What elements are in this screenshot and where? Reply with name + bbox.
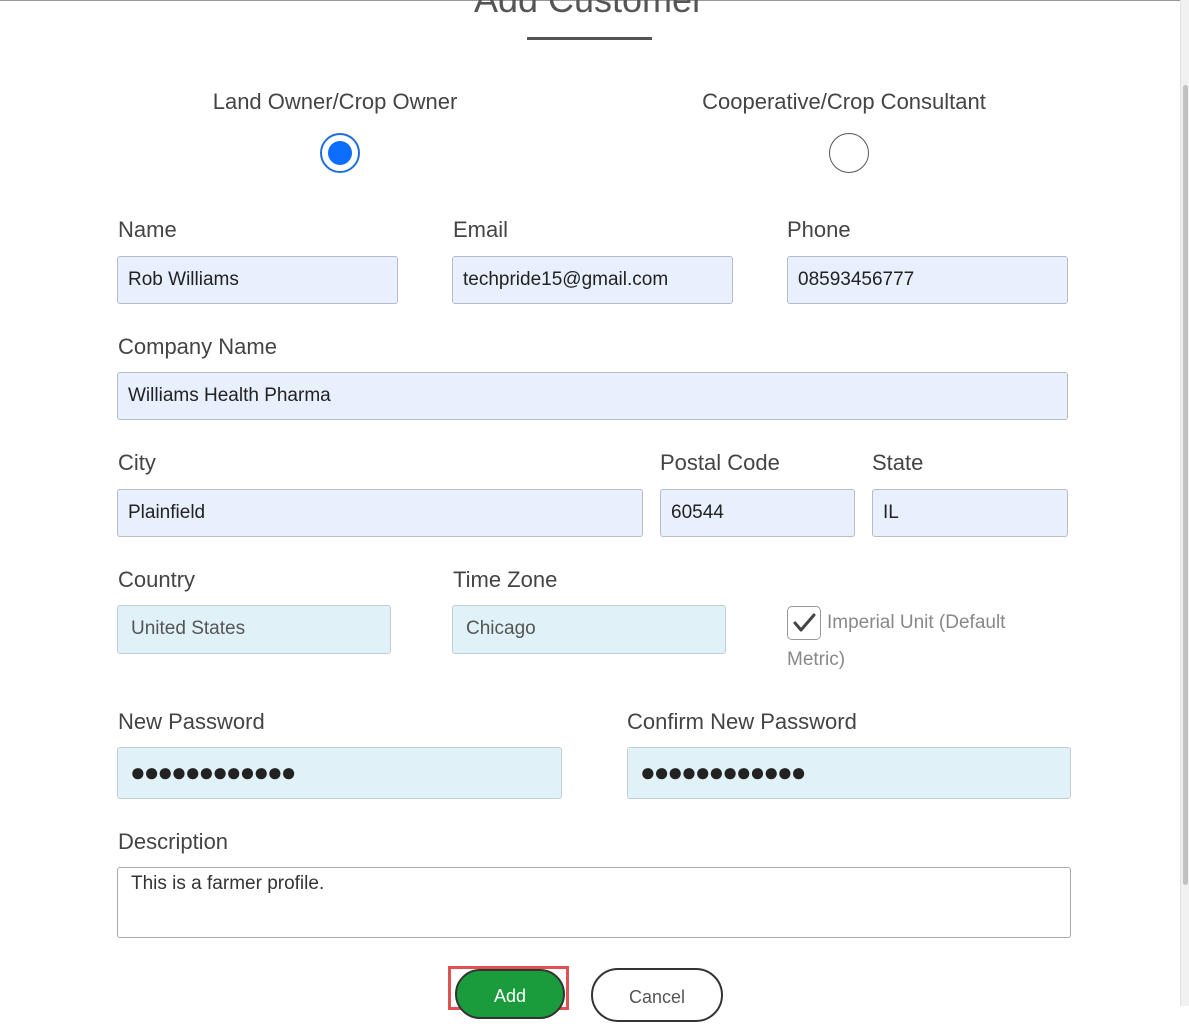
state-label: State xyxy=(872,450,924,475)
postal-code-field[interactable]: 60544 xyxy=(660,489,855,537)
confirm-password-label: Confirm New Password xyxy=(627,709,857,734)
title-underline xyxy=(527,37,652,40)
city-field[interactable]: Plainfield xyxy=(117,489,643,537)
phone-field[interactable]: 08593456777 xyxy=(787,256,1068,304)
confirm-password-field[interactable]: ●●●●●●●●●●●● xyxy=(627,747,1071,799)
postal-code-label: Postal Code xyxy=(660,450,780,475)
new-password-field[interactable]: ●●●●●●●●●●●● xyxy=(117,747,562,799)
company-label: Company Name xyxy=(118,334,277,359)
page-title: Add Customer xyxy=(0,0,1178,20)
city-label: City xyxy=(118,450,156,475)
radio-label-cooperative: Cooperative/Crop Consultant xyxy=(702,89,986,114)
radio-selected-dot xyxy=(328,141,352,165)
new-password-label: New Password xyxy=(118,709,265,734)
timezone-label: Time Zone xyxy=(453,567,558,592)
scrollbar-thumb[interactable] xyxy=(1183,85,1188,885)
email-label: Email xyxy=(453,217,509,242)
description-label: Description xyxy=(118,829,229,854)
phone-label: Phone xyxy=(787,217,851,242)
country-label: Country xyxy=(118,567,196,592)
radio-label-land-owner: Land Owner/Crop Owner xyxy=(212,89,458,114)
radio-cooperative[interactable] xyxy=(829,133,869,173)
scrollbar[interactable] xyxy=(1180,0,1189,1006)
description-textarea[interactable]: This is a farmer profile. xyxy=(117,867,1071,938)
email-field[interactable]: techpride15@gmail.com xyxy=(452,256,733,304)
company-name-field[interactable]: Williams Health Pharma xyxy=(117,372,1068,420)
radio-land-owner[interactable] xyxy=(320,133,360,173)
cancel-button[interactable]: Cancel xyxy=(591,968,723,1022)
timezone-select[interactable]: Chicago xyxy=(452,605,726,654)
country-select[interactable]: United States xyxy=(117,605,391,654)
name-field[interactable]: Rob Williams xyxy=(117,256,398,304)
state-field[interactable]: IL xyxy=(872,489,1068,537)
imperial-unit-label: Imperial Unit (Default Metric) xyxy=(787,612,1006,670)
name-label: Name xyxy=(118,217,177,242)
add-button[interactable]: Add xyxy=(455,969,565,1019)
